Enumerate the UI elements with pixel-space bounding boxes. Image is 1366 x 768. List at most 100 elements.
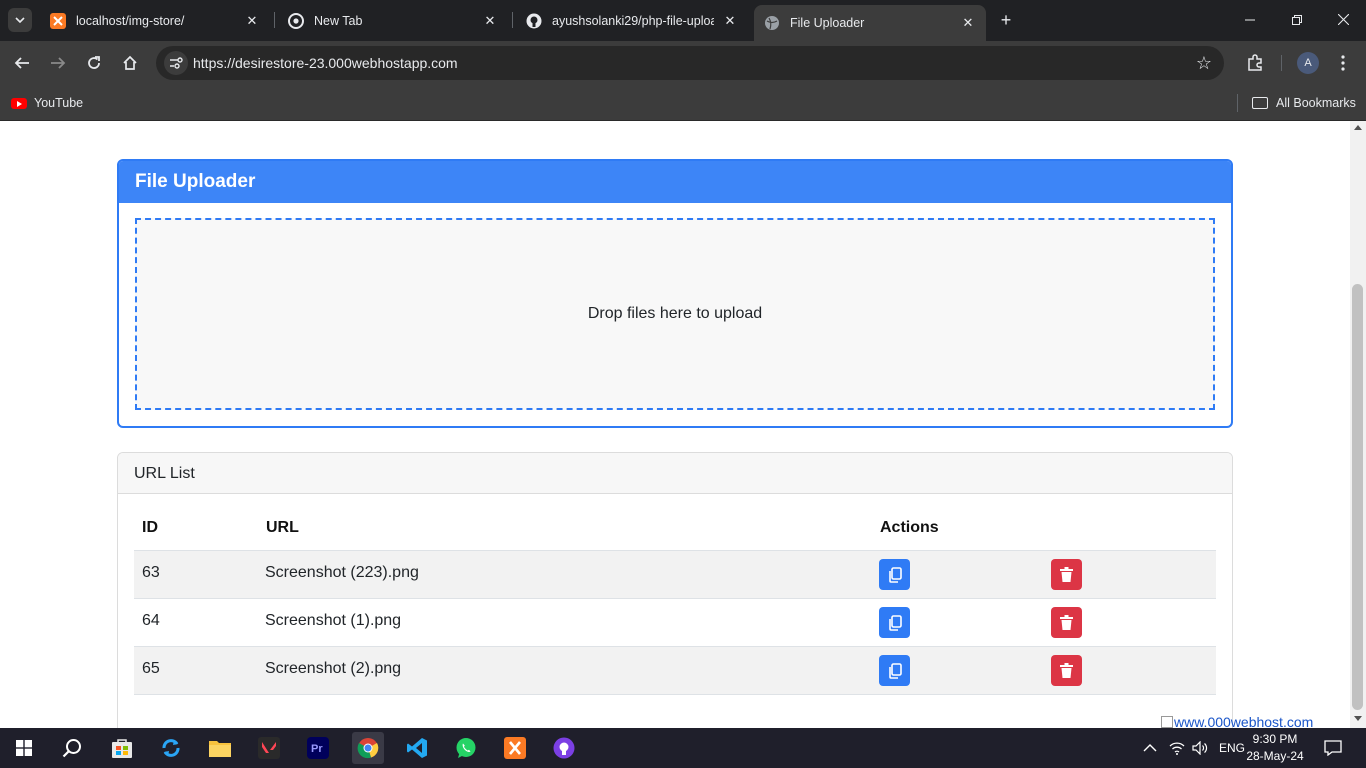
profile-avatar[interactable]: A bbox=[1297, 52, 1319, 74]
store-icon[interactable] bbox=[106, 732, 138, 764]
restore-icon[interactable] bbox=[1285, 8, 1309, 32]
row-id: 64 bbox=[142, 612, 160, 629]
reload-icon[interactable] bbox=[82, 51, 106, 75]
copy-icon bbox=[888, 662, 902, 679]
bookmark-star-icon[interactable]: ☆ bbox=[1194, 53, 1214, 73]
bookmarks-divider bbox=[1237, 94, 1238, 112]
delete-button[interactable] bbox=[1051, 607, 1082, 638]
tab-file-uploader[interactable]: File Uploader ✕ bbox=[754, 5, 986, 41]
tab-title: localhost/img-store/ bbox=[76, 13, 185, 28]
trash-icon bbox=[1060, 567, 1073, 582]
column-header-id: ID bbox=[142, 519, 158, 536]
uploader-title: File Uploader bbox=[119, 161, 1231, 203]
trash-icon bbox=[1060, 663, 1073, 678]
volume-icon[interactable] bbox=[1192, 728, 1208, 768]
minimize-icon[interactable] bbox=[1238, 8, 1262, 32]
show-hidden-icons[interactable] bbox=[1143, 728, 1157, 768]
globe-icon bbox=[764, 15, 780, 31]
system-clock[interactable]: 9:30 PM 28-May-24 bbox=[1244, 731, 1306, 765]
webhost-badge-link[interactable]: www.000webhost.com bbox=[1161, 714, 1313, 728]
youtube-icon bbox=[11, 97, 27, 109]
page-viewport: File Uploader Drop files here to upload … bbox=[0, 121, 1350, 728]
extensions-icon[interactable] bbox=[1243, 51, 1267, 75]
uploader-card: File Uploader Drop files here to upload bbox=[117, 159, 1233, 428]
copy-button[interactable] bbox=[879, 559, 910, 590]
svg-text:Pr: Pr bbox=[311, 743, 323, 755]
wifi-icon[interactable] bbox=[1169, 728, 1185, 768]
chrome-icon bbox=[288, 12, 304, 29]
tab-strip: localhost/img-store/ ✕ New Tab ✕ ayushso… bbox=[0, 0, 1366, 41]
address-bar[interactable]: https://desirestore-23.000webhostapp.com… bbox=[156, 46, 1224, 80]
whatsapp-icon[interactable] bbox=[450, 732, 482, 764]
bookmark-youtube[interactable]: YouTube bbox=[11, 93, 83, 113]
premiere-pro-icon[interactable]: Pr bbox=[302, 732, 334, 764]
chrome-taskbar-icon[interactable] bbox=[352, 732, 384, 764]
valorant-icon[interactable] bbox=[253, 732, 285, 764]
bookmark-label: YouTube bbox=[34, 96, 84, 110]
taskbar: Pr ENG 9:30 PM 28-May-24 bbox=[0, 728, 1366, 768]
notifications-icon[interactable] bbox=[1324, 728, 1342, 768]
url-list-card: URL List ID URL Actions 63 Screenshot (2… bbox=[117, 452, 1233, 728]
close-tab-icon[interactable]: ✕ bbox=[244, 13, 260, 29]
clock-date: 28-May-24 bbox=[1246, 749, 1304, 763]
url-table: ID URL Actions 63 Screenshot (223).png 6… bbox=[134, 509, 1216, 695]
vscode-icon[interactable] bbox=[401, 732, 433, 764]
scroll-up-arrow-icon[interactable] bbox=[1354, 125, 1362, 130]
scrollbar-thumb[interactable] bbox=[1352, 284, 1363, 710]
webhost-badge-text: www.000webhost.com bbox=[1174, 714, 1314, 728]
all-bookmarks-button[interactable]: All Bookmarks bbox=[1252, 93, 1356, 113]
table-row: 65 Screenshot (2).png bbox=[134, 647, 1216, 695]
site-settings-icon[interactable] bbox=[164, 51, 188, 75]
home-icon[interactable] bbox=[118, 51, 142, 75]
clock-time: 9:30 PM bbox=[1252, 732, 1298, 746]
row-id: 63 bbox=[142, 564, 160, 581]
search-icon[interactable] bbox=[56, 732, 88, 764]
scroll-down-arrow-icon[interactable] bbox=[1354, 716, 1362, 721]
bookmarks-bar: YouTube All Bookmarks bbox=[0, 85, 1366, 121]
tab-new-tab[interactable]: New Tab ✕ bbox=[278, 6, 508, 35]
table-row: 63 Screenshot (223).png bbox=[134, 551, 1216, 599]
close-tab-icon[interactable]: ✕ bbox=[960, 15, 976, 31]
browser-toolbar: https://desirestore-23.000webhostapp.com… bbox=[0, 41, 1366, 85]
new-tab-button[interactable]: + bbox=[996, 10, 1016, 30]
close-tab-icon[interactable]: ✕ bbox=[482, 13, 498, 29]
chevron-down-icon bbox=[15, 17, 25, 23]
row-url: Screenshot (223).png bbox=[265, 564, 419, 581]
column-header-url: URL bbox=[266, 519, 299, 536]
table-header-row: ID URL Actions bbox=[134, 509, 1216, 551]
language-indicator[interactable]: ENG bbox=[1219, 728, 1245, 768]
dropzone[interactable]: Drop files here to upload bbox=[135, 218, 1215, 410]
table-row: 64 Screenshot (1).png bbox=[134, 599, 1216, 647]
sync-icon[interactable] bbox=[155, 732, 187, 764]
tab-search-button[interactable] bbox=[8, 8, 32, 32]
broken-image-icon bbox=[1161, 716, 1173, 728]
xampp-icon bbox=[50, 12, 66, 29]
tab-localhost[interactable]: localhost/img-store/ ✕ bbox=[40, 6, 270, 35]
tab-title: ayushsolanki29/php-file-upload bbox=[552, 13, 714, 28]
windows-start-icon[interactable] bbox=[8, 732, 40, 764]
menu-icon[interactable] bbox=[1331, 51, 1355, 75]
delete-button[interactable] bbox=[1051, 559, 1082, 590]
github-desktop-icon[interactable] bbox=[548, 732, 580, 764]
dropzone-text: Drop files here to upload bbox=[587, 305, 763, 322]
url-list-title: URL List bbox=[118, 453, 1232, 494]
forward-icon[interactable] bbox=[46, 51, 70, 75]
back-icon[interactable] bbox=[10, 51, 34, 75]
delete-button[interactable] bbox=[1051, 655, 1082, 686]
tab-divider bbox=[512, 12, 513, 28]
tab-title: New Tab bbox=[314, 13, 363, 28]
tab-divider bbox=[274, 12, 275, 28]
toolbar-divider bbox=[1281, 55, 1282, 71]
trash-icon bbox=[1060, 615, 1073, 630]
row-url: Screenshot (1).png bbox=[265, 612, 402, 629]
close-window-icon[interactable] bbox=[1331, 8, 1355, 32]
row-url: Screenshot (2).png bbox=[265, 660, 402, 677]
file-explorer-icon[interactable] bbox=[204, 732, 236, 764]
copy-button[interactable] bbox=[879, 655, 910, 686]
xampp-taskbar-icon[interactable] bbox=[499, 732, 531, 764]
copy-button[interactable] bbox=[879, 607, 910, 638]
row-id: 65 bbox=[142, 660, 160, 677]
close-tab-icon[interactable]: ✕ bbox=[722, 13, 738, 29]
copy-icon bbox=[888, 566, 902, 583]
tab-github[interactable]: ayushsolanki29/php-file-upload ✕ bbox=[516, 6, 748, 35]
